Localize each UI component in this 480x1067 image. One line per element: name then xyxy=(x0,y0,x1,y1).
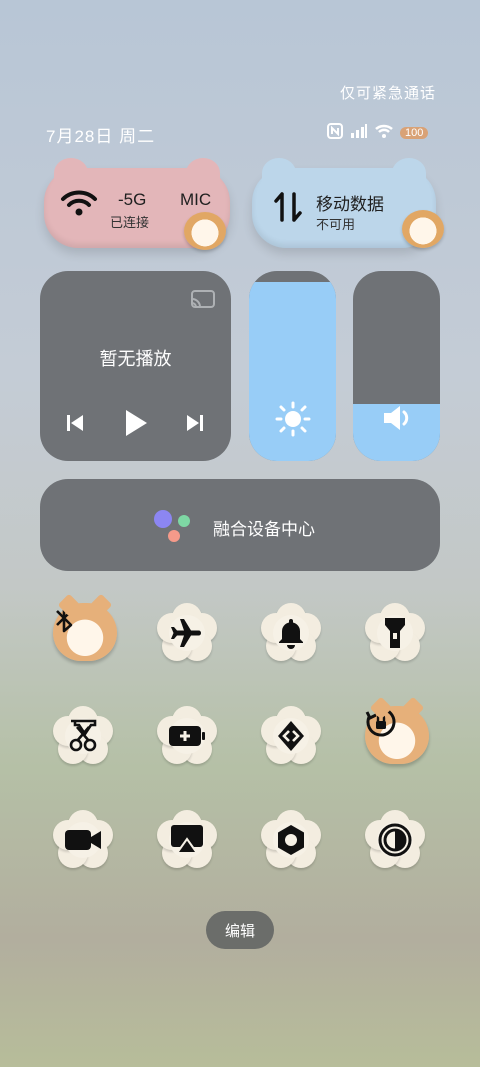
cat-sticker xyxy=(184,212,226,250)
battery-plus-icon xyxy=(157,706,217,766)
toggle-screenshot[interactable] xyxy=(53,706,113,766)
scissors-icon xyxy=(53,706,113,766)
airplay-icon xyxy=(157,810,217,870)
wifi-icon xyxy=(60,188,98,223)
toggle-auto-rotate[interactable] xyxy=(365,706,429,764)
wifi-status: 已连接 xyxy=(110,215,150,230)
wifi-ssid: -5G xyxy=(118,190,147,209)
toggle-eye-comfort[interactable] xyxy=(261,810,321,870)
rotation-lock-icon xyxy=(365,706,429,764)
toggle-airplane-mode[interactable] xyxy=(157,603,217,663)
data-transfer-icon xyxy=(274,190,302,229)
status-icons: 100 xyxy=(326,122,436,144)
cat-sticker xyxy=(402,210,444,248)
bluetooth-icon xyxy=(53,603,117,661)
toggle-flashlight[interactable] xyxy=(365,603,425,663)
airplane-icon xyxy=(157,603,217,663)
hexagon-nut-icon xyxy=(261,810,321,870)
next-icon[interactable] xyxy=(185,413,205,438)
toggle-dark-mode[interactable] xyxy=(365,810,425,870)
mobile-data-tile[interactable]: 移动数据 不可用 xyxy=(252,158,444,248)
media-player[interactable]: 暂无播放 xyxy=(40,271,231,461)
emergency-call-text: 仅可紧急通话 xyxy=(340,85,437,102)
flashlight-icon xyxy=(365,603,425,663)
battery-badge: 100 xyxy=(400,127,429,139)
play-icon[interactable] xyxy=(123,408,149,443)
wifi-status-icon xyxy=(374,123,394,144)
mobile-data-status: 不可用 xyxy=(316,217,356,232)
code-shield-icon xyxy=(261,706,321,766)
volume-slider[interactable] xyxy=(353,271,440,461)
date-text: 7月28日 周二 xyxy=(46,127,156,146)
bell-icon xyxy=(261,603,321,663)
wifi-tile[interactable]: -5G MIC 已连接 xyxy=(44,158,230,250)
video-camera-icon xyxy=(53,810,113,870)
edit-button[interactable]: 编辑 xyxy=(206,911,274,949)
toggle-sound[interactable] xyxy=(261,603,321,663)
toggle-bluetooth[interactable] xyxy=(53,603,117,661)
cast-icon[interactable] xyxy=(190,289,216,314)
toggle-screen-record[interactable] xyxy=(53,810,113,870)
fusion-label: 融合设备中心 xyxy=(213,520,315,539)
toggle-vpn[interactable] xyxy=(261,706,321,766)
speaker-icon xyxy=(381,403,413,438)
brightness-slider[interactable] xyxy=(249,271,336,461)
toggle-screen-cast[interactable] xyxy=(157,810,217,870)
contrast-icon xyxy=(365,810,425,870)
signal-icon xyxy=(350,123,368,144)
dots-logo-icon xyxy=(152,509,196,550)
toggle-battery-saver[interactable] xyxy=(157,706,217,766)
media-title: 暂无播放 xyxy=(99,349,172,369)
nfc-icon xyxy=(326,122,344,145)
mobile-data-title: 移动数据 xyxy=(316,195,384,214)
previous-icon[interactable] xyxy=(65,413,85,438)
wifi-ssid-suffix: MIC xyxy=(180,190,212,209)
sun-icon xyxy=(275,401,311,442)
